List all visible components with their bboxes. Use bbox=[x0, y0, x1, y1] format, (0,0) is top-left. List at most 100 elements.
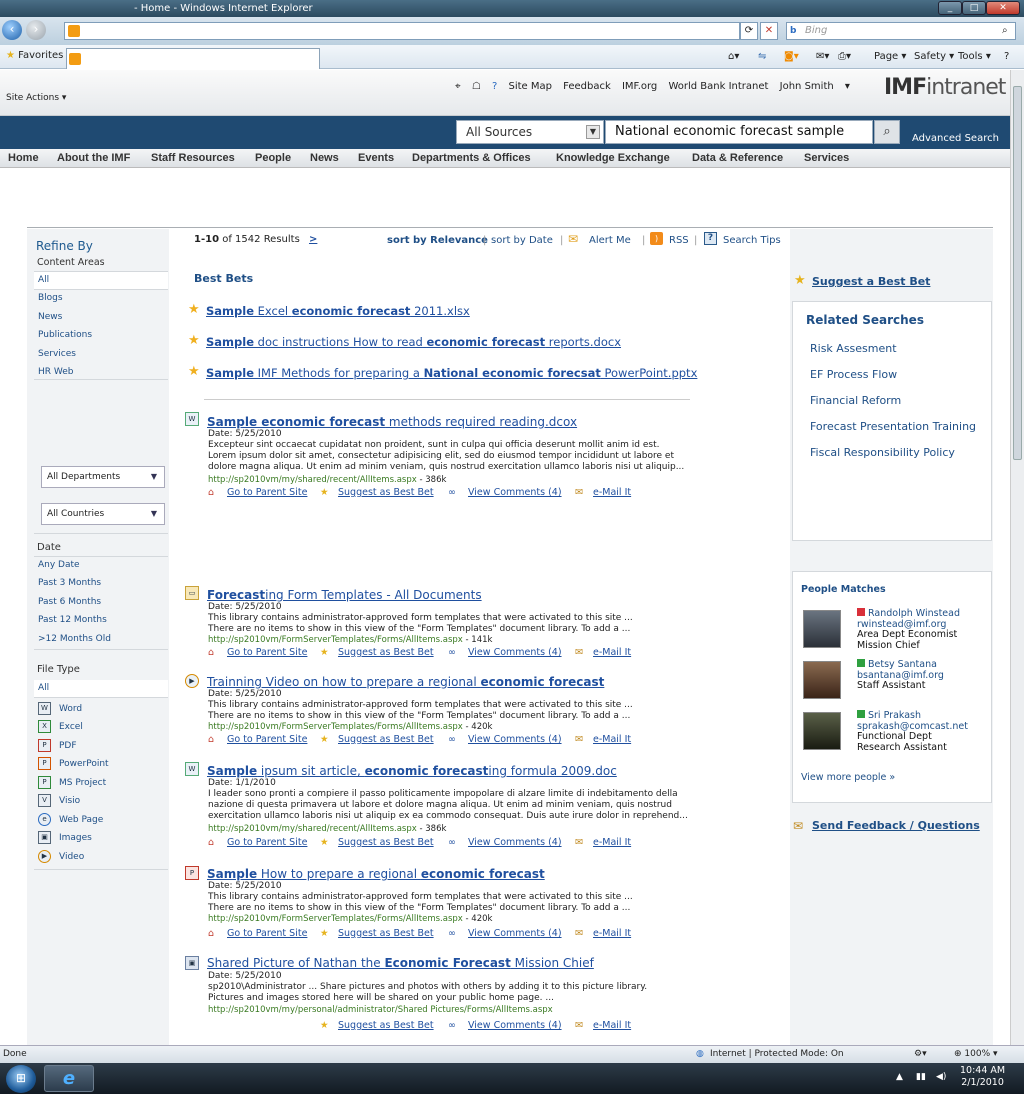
view-comments-link[interactable]: View Comments (4) bbox=[468, 837, 562, 848]
result-title-link[interactable]: Trainning Video on how to prepare a regi… bbox=[207, 675, 604, 689]
suggest-best-bet-link[interactable]: Suggest as Best Bet bbox=[338, 1020, 434, 1031]
rss-link[interactable]: RSS bbox=[669, 235, 689, 246]
minimize-button[interactable]: _ bbox=[938, 1, 962, 15]
volume-icon[interactable]: ◀) bbox=[936, 1072, 946, 1082]
start-button[interactable]: ⊞ bbox=[6, 1065, 36, 1093]
related-link[interactable]: Risk Assesment bbox=[810, 342, 897, 355]
stop-icon[interactable]: ✕ bbox=[760, 22, 778, 40]
avatar[interactable] bbox=[803, 661, 841, 699]
content-area-all[interactable]: All bbox=[38, 275, 49, 285]
search-query-input[interactable]: National economic forecast sample bbox=[605, 120, 873, 144]
back-button[interactable]: ‹ bbox=[2, 20, 22, 40]
email-link[interactable]: e-Mail It bbox=[593, 734, 631, 745]
best-bet-link[interactable]: Sample Excel economic forecast 2011.xlsx bbox=[206, 304, 470, 318]
sort-date-link[interactable]: sort by Date bbox=[491, 235, 553, 246]
rss-icon[interactable]: ◙▾ bbox=[784, 51, 799, 62]
related-link[interactable]: Financial Reform bbox=[810, 394, 901, 407]
feedback-link[interactable]: Feedback bbox=[563, 81, 611, 92]
nav-people[interactable]: People bbox=[255, 152, 291, 164]
security-icon[interactable]: ⚙▾ bbox=[914, 1046, 927, 1062]
date-any[interactable]: Any Date bbox=[38, 560, 80, 570]
mail-icon[interactable]: ✉▾ bbox=[816, 51, 829, 62]
filetype-visio[interactable]: Visio bbox=[59, 796, 80, 806]
filetype-powerpoint[interactable]: PowerPoint bbox=[59, 759, 109, 769]
date-3-months[interactable]: Past 3 Months bbox=[38, 578, 101, 588]
avatar[interactable] bbox=[803, 610, 841, 648]
email-link[interactable]: e-Mail It bbox=[593, 928, 631, 939]
view-more-people-link[interactable]: View more people » bbox=[801, 772, 895, 783]
related-link[interactable]: Forecast Presentation Training bbox=[810, 420, 976, 433]
result-title-link[interactable]: Sample How to prepare a regional economi… bbox=[207, 867, 545, 881]
maximize-button[interactable]: □ bbox=[962, 1, 986, 15]
suggest-best-bet-link[interactable]: Suggest a Best Bet bbox=[812, 275, 930, 288]
advanced-search-link[interactable]: Advanced Search bbox=[912, 133, 999, 144]
filetype-excel[interactable]: Excel bbox=[59, 722, 83, 732]
print-icon[interactable]: ⎙▾ bbox=[838, 51, 851, 62]
suggest-best-bet-link[interactable]: Suggest as Best Bet bbox=[338, 837, 434, 848]
page-menu[interactable]: Page ▾ bbox=[874, 51, 906, 62]
result-title-link[interactable]: Sample ipsum sit article, economic forec… bbox=[207, 764, 617, 778]
result-title-link[interactable]: Sample economic forecast methods require… bbox=[207, 415, 577, 429]
network-icon[interactable]: ▮▮ bbox=[916, 1072, 926, 1082]
nav-departments[interactable]: Departments & Offices bbox=[412, 152, 531, 164]
nav-events[interactable]: Events bbox=[358, 152, 394, 164]
tab-current[interactable] bbox=[66, 48, 320, 69]
forward-button[interactable]: › bbox=[26, 20, 46, 40]
go-to-parent-link[interactable]: Go to Parent Site bbox=[227, 928, 307, 939]
feeds-icon[interactable]: ⇋ bbox=[758, 51, 766, 62]
search-tips-link[interactable]: Search Tips bbox=[723, 235, 781, 246]
date-12-months[interactable]: Past 12 Months bbox=[38, 615, 107, 625]
user-menu[interactable]: John Smith ▾ bbox=[780, 81, 850, 92]
site-actions-menu[interactable]: Site Actions ▾ bbox=[6, 93, 66, 103]
nav-home[interactable]: Home bbox=[8, 152, 39, 164]
person-name[interactable]: Sri Prakash bbox=[868, 710, 921, 721]
refresh-icon[interactable]: ⟳ bbox=[740, 22, 758, 40]
site-map-link[interactable]: Site Map bbox=[508, 81, 551, 92]
best-bet-link[interactable]: Sample doc instructions How to read econ… bbox=[206, 335, 621, 349]
avatar[interactable] bbox=[803, 712, 841, 750]
favorites-button[interactable]: ★ Favorites bbox=[6, 50, 63, 61]
world-bank-link[interactable]: World Bank Intranet bbox=[668, 81, 768, 92]
result-title-link[interactable]: Forecasting Form Templates - All Documen… bbox=[207, 588, 482, 602]
nav-news[interactable]: News bbox=[310, 152, 339, 164]
email-link[interactable]: e-Mail It bbox=[593, 1020, 631, 1031]
related-link[interactable]: Fiscal Responsibility Policy bbox=[810, 446, 955, 459]
notes-icon[interactable]: ☖ bbox=[472, 81, 481, 92]
filetype-word[interactable]: Word bbox=[59, 704, 82, 714]
email-link[interactable]: e-Mail It bbox=[593, 837, 631, 848]
countries-select[interactable]: All Countries ▼ bbox=[41, 503, 165, 525]
view-comments-link[interactable]: View Comments (4) bbox=[468, 928, 562, 939]
filetype-all[interactable]: All bbox=[38, 683, 49, 693]
imf-org-link[interactable]: IMF.org bbox=[622, 81, 657, 92]
sort-relevance-link[interactable]: sort by Relevance bbox=[387, 235, 488, 246]
suggest-best-bet-link[interactable]: Suggest as Best Bet bbox=[338, 734, 434, 745]
search-button[interactable]: ⌕ bbox=[874, 120, 900, 144]
view-comments-link[interactable]: View Comments (4) bbox=[468, 734, 562, 745]
clock[interactable]: 10:44 AM 2/1/2010 bbox=[960, 1065, 1005, 1089]
departments-select[interactable]: All Departments ▼ bbox=[41, 466, 165, 488]
view-comments-link[interactable]: View Comments (4) bbox=[468, 1020, 562, 1031]
nav-staff-resources[interactable]: Staff Resources bbox=[151, 152, 235, 164]
content-area-publications[interactable]: Publications bbox=[38, 330, 92, 340]
search-icon[interactable]: ⌕ bbox=[1002, 25, 1008, 36]
view-comments-link[interactable]: View Comments (4) bbox=[468, 487, 562, 498]
best-bet-link[interactable]: Sample IMF Methods for preparing a Natio… bbox=[206, 366, 697, 380]
content-area-hr-web[interactable]: HR Web bbox=[38, 367, 74, 377]
home-icon[interactable]: ⌂▾ bbox=[728, 51, 739, 62]
content-area-news[interactable]: News bbox=[38, 312, 62, 322]
tools-menu[interactable]: Tools ▾ bbox=[958, 51, 991, 62]
help-icon[interactable]: ? bbox=[1004, 51, 1009, 62]
imf-intranet-logo[interactable]: IMFintranet bbox=[884, 75, 1006, 100]
scrollbar-thumb[interactable] bbox=[1013, 86, 1022, 460]
related-link[interactable]: EF Process Flow bbox=[810, 368, 897, 381]
content-area-services[interactable]: Services bbox=[38, 349, 76, 359]
suggest-best-bet-link[interactable]: Suggest as Best Bet bbox=[338, 928, 434, 939]
safety-menu[interactable]: Safety ▾ bbox=[914, 51, 954, 62]
go-to-parent-link[interactable]: Go to Parent Site bbox=[227, 734, 307, 745]
email-link[interactable]: e-Mail It bbox=[593, 647, 631, 658]
nav-about[interactable]: About the IMF bbox=[57, 152, 130, 164]
nav-services[interactable]: Services bbox=[804, 152, 849, 164]
zoom-control[interactable]: ⊕ 100% ▾ bbox=[954, 1046, 998, 1062]
nav-knowledge-exchange[interactable]: Knowledge Exchange bbox=[556, 152, 670, 164]
tray-arrow-icon[interactable]: ▲ bbox=[896, 1072, 903, 1082]
